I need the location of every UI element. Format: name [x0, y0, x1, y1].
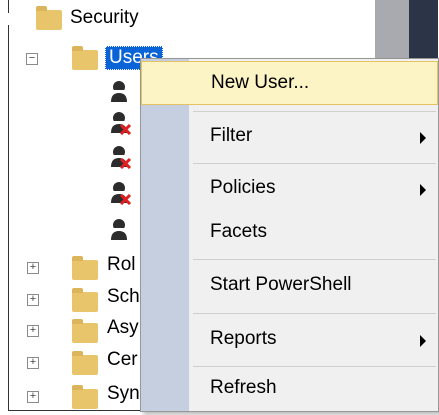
- expand-icon[interactable]: +: [27, 262, 39, 274]
- menu-item-label: Filter: [210, 125, 253, 146]
- menu-item-start-powershell[interactable]: Start PowerShell: [141, 264, 438, 308]
- side-panel-gray: [375, 0, 409, 58]
- folder-icon: [72, 351, 98, 375]
- menu-item-new-user[interactable]: New User...: [141, 61, 438, 105]
- menu-item-label: Reports: [210, 328, 277, 349]
- context-menu: New User... Filter Policies Facets Start…: [140, 58, 439, 412]
- menu-item-label: Refresh: [210, 377, 277, 398]
- tree-label-security: Security: [70, 7, 139, 28]
- folder-icon: [72, 385, 98, 409]
- tree-label-asymmetric-keys: Asy: [107, 317, 139, 338]
- collapse-icon[interactable]: [2, 13, 10, 25]
- expand-icon[interactable]: +: [27, 357, 39, 369]
- collapse-icon[interactable]: −: [26, 53, 38, 65]
- menu-item-label: Start PowerShell: [210, 274, 352, 295]
- menu-separator: [193, 163, 436, 164]
- tree-label-schemas: Sch: [107, 286, 140, 307]
- menu-item-label: Policies: [210, 177, 276, 198]
- disabled-user-icon[interactable]: [108, 181, 132, 205]
- menu-separator: [193, 111, 436, 112]
- user-icon[interactable]: [108, 218, 132, 242]
- menu-item-reports[interactable]: Reports: [141, 318, 438, 362]
- tree-label-symmetric-keys: Syn: [107, 383, 140, 404]
- folder-icon: [72, 319, 98, 343]
- tree-label-certificates: Cer: [107, 349, 138, 370]
- submenu-arrow-icon: [420, 184, 426, 196]
- menu-item-facets[interactable]: Facets: [141, 211, 438, 255]
- menu-item-filter[interactable]: Filter: [141, 115, 438, 159]
- menu-separator: [193, 313, 436, 314]
- expand-icon[interactable]: +: [27, 294, 39, 306]
- folder-icon: [72, 46, 98, 70]
- expand-icon[interactable]: +: [27, 391, 39, 403]
- disabled-user-icon[interactable]: [108, 111, 132, 135]
- menu-item-refresh[interactable]: Refresh: [141, 371, 438, 415]
- menu-separator: [193, 259, 436, 260]
- tree-label-roles: Rol: [107, 254, 136, 275]
- menu-separator: [193, 366, 436, 367]
- submenu-arrow-icon: [420, 132, 426, 144]
- folder-icon: [36, 6, 62, 30]
- side-panel-navy: [409, 0, 438, 58]
- disabled-user-icon[interactable]: [108, 145, 132, 169]
- menu-item-label: New User...: [211, 72, 310, 93]
- expand-icon[interactable]: +: [27, 325, 39, 337]
- submenu-arrow-icon: [420, 335, 426, 347]
- user-icon[interactable]: [108, 80, 132, 104]
- folder-icon: [72, 288, 98, 312]
- folder-icon: [72, 256, 98, 280]
- menu-item-label: Facets: [210, 221, 268, 242]
- menu-item-policies[interactable]: Policies: [141, 167, 438, 211]
